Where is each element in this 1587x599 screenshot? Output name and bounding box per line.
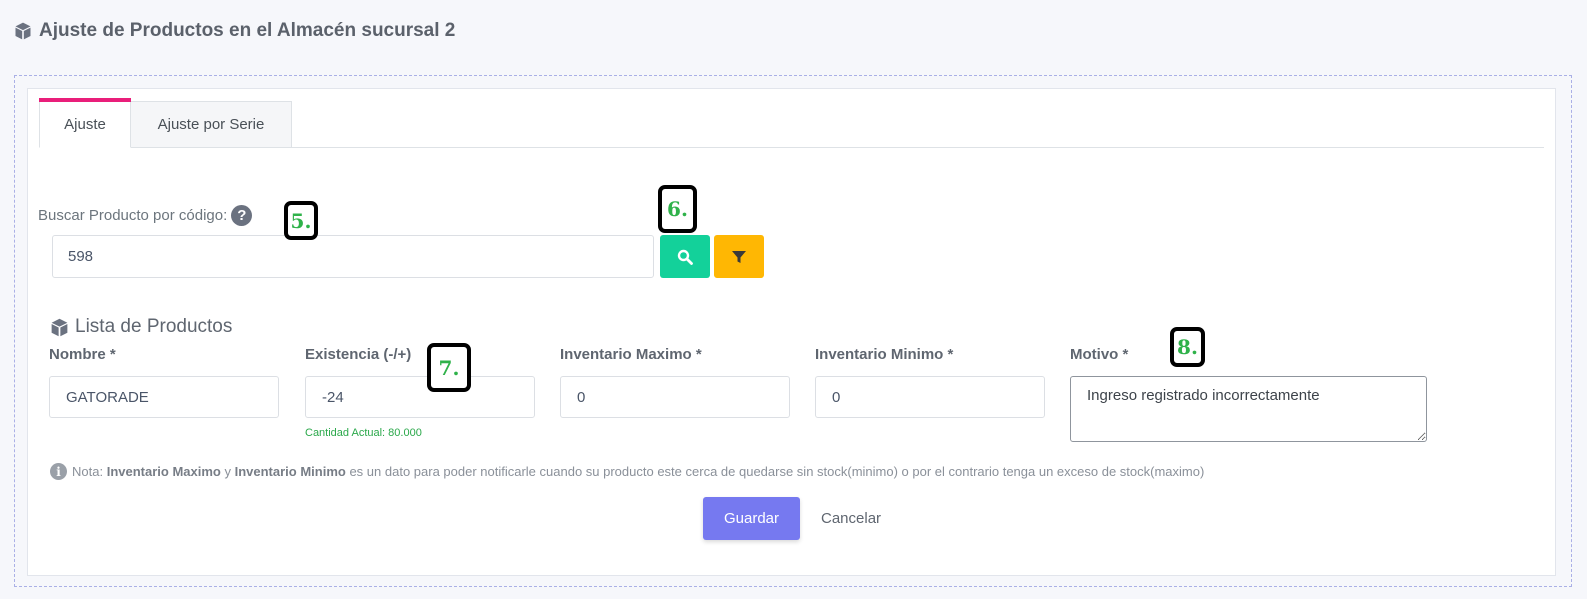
nombre-field[interactable] bbox=[49, 376, 279, 418]
search-label-text: Buscar Producto por código: bbox=[38, 207, 228, 224]
annotation-badge-8: 8. bbox=[1170, 327, 1205, 367]
nombre-label: Nombre * bbox=[49, 346, 116, 363]
page-title-text: Ajuste de Productos en el Almacén sucurs… bbox=[39, 20, 456, 41]
search-label: Buscar Producto por código: ? bbox=[38, 205, 253, 226]
inventario-maximo-label: Inventario Maximo * bbox=[560, 346, 702, 363]
product-list-title: Lista de Productos bbox=[49, 316, 232, 338]
save-button[interactable]: Guardar bbox=[703, 497, 800, 540]
search-icon bbox=[677, 249, 693, 265]
annotation-badge-5: 5. bbox=[284, 201, 318, 240]
current-quantity-text: Cantidad Actual: 80.000 bbox=[305, 427, 422, 439]
search-button[interactable] bbox=[660, 235, 710, 278]
motivo-textarea[interactable]: Ingreso registrado incorrectamente bbox=[1070, 376, 1427, 442]
filter-icon bbox=[732, 250, 746, 263]
inventario-maximo-field[interactable] bbox=[560, 376, 790, 418]
note-rest: es un dato para poder notificarle cuando… bbox=[349, 464, 1205, 479]
filter-button[interactable] bbox=[714, 235, 764, 278]
box-icon bbox=[51, 318, 68, 336]
product-list-title-text: Lista de Productos bbox=[75, 316, 233, 337]
tab-ajuste-por-serie[interactable]: Ajuste por Serie bbox=[131, 101, 292, 148]
note-bold-minimo: Inventario Minimo bbox=[234, 464, 346, 479]
page-title: Ajuste de Productos en el Almacén sucurs… bbox=[13, 20, 455, 42]
existencia-label: Existencia (-/+) bbox=[305, 346, 412, 363]
inventory-note: i Nota: Inventario Maximo y Inventario M… bbox=[50, 463, 1204, 480]
note-prefix: Nota: bbox=[72, 464, 104, 479]
inventario-minimo-field[interactable] bbox=[815, 376, 1045, 418]
product-code-search-input[interactable] bbox=[52, 235, 654, 278]
box-icon bbox=[15, 22, 31, 40]
note-connector: y bbox=[224, 464, 231, 479]
existencia-field[interactable] bbox=[305, 376, 535, 418]
info-icon: i bbox=[50, 463, 67, 480]
inventario-minimo-label: Inventario Minimo * bbox=[815, 346, 954, 363]
cancel-button[interactable]: Cancelar bbox=[812, 497, 890, 540]
motivo-label: Motivo * bbox=[1070, 346, 1129, 363]
annotation-badge-7: 7. bbox=[427, 343, 471, 392]
annotation-badge-6: 6. bbox=[658, 185, 697, 233]
question-circle-icon[interactable]: ? bbox=[231, 205, 253, 226]
tab-ajuste[interactable]: Ajuste bbox=[39, 98, 131, 148]
note-text: Nota: Inventario Maximo y Inventario Min… bbox=[72, 464, 1204, 479]
note-bold-maximo: Inventario Maximo bbox=[106, 464, 221, 479]
